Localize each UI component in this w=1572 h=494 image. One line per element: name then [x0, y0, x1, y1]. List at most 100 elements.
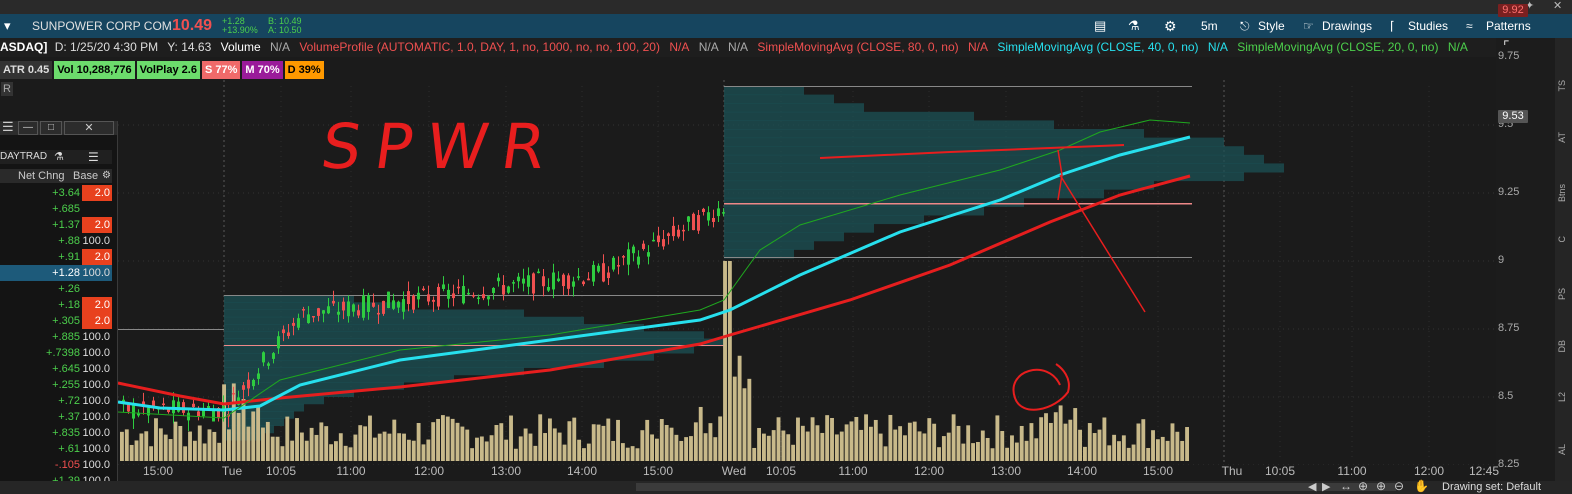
sma20-label[interactable]: SimpleMovingAvg (CLOSE, 20, 0, no) [1237, 40, 1438, 54]
price-chart[interactable] [0, 80, 1500, 465]
volume-bar [251, 411, 256, 461]
side-tab-l2[interactable]: L2 [1557, 392, 1570, 402]
volume-bar [518, 436, 523, 461]
volume-bar [178, 425, 183, 461]
watchlist-name[interactable]: DAYTRAD [0, 150, 47, 164]
volume-bar [990, 448, 995, 461]
side-tab-al[interactable]: AL [1557, 444, 1570, 455]
drawings-button[interactable]: Drawings [1322, 14, 1372, 38]
pan-hand-icon[interactable]: ✋ [1414, 479, 1429, 493]
column-settings-icon[interactable]: ⚙ [102, 169, 111, 183]
row-base: 100.0 [82, 395, 110, 407]
timeframe-button[interactable]: 5m [1201, 14, 1218, 38]
maximize-icon[interactable]: □ [40, 121, 62, 135]
expand-icon[interactable]: ↔ [1340, 479, 1352, 493]
time-tick: Tue [221, 464, 243, 478]
watchlist-row[interactable]: +1.28 100.0 [0, 265, 112, 281]
volume-bar [732, 376, 737, 461]
side-tab-at[interactable]: AT [1557, 132, 1570, 143]
volume-study-label[interactable]: Volume [221, 40, 261, 54]
row-net-change: +.7398 [46, 347, 80, 359]
volume-bar [917, 431, 922, 461]
y-label: Y: 14.63 [167, 40, 212, 54]
volume-bar [397, 433, 402, 461]
patterns-button[interactable]: Patterns [1486, 14, 1531, 38]
scroll-left-icon[interactable]: ◀ [1308, 480, 1316, 493]
watchlist-row[interactable]: +.685 [0, 201, 112, 217]
candle-body [607, 272, 610, 279]
volume-bar [392, 419, 397, 461]
watchlist-row[interactable]: +.835 100.0 [0, 425, 112, 441]
watchlist-row[interactable]: +.18 2.0 [0, 297, 112, 313]
net-change-column[interactable]: Net Chng [18, 169, 64, 183]
list-menu-icon[interactable]: ☰ [88, 150, 99, 164]
watchlist-row[interactable]: +.885 100.0 [0, 329, 112, 345]
side-tab-c[interactable]: C [1557, 236, 1570, 243]
symbol-dropdown-icon[interactable]: ▾ [4, 14, 11, 38]
volume-bar [465, 429, 470, 461]
row-net-change: +.26 [58, 283, 80, 295]
crosshair-icon[interactable]: ⊕ [1358, 479, 1368, 493]
base-column[interactable]: Base [73, 169, 98, 183]
volume-bar [499, 423, 504, 461]
volume-bar [1107, 445, 1112, 461]
volume-bar [548, 418, 552, 461]
watchlist-row[interactable]: +.645 100.0 [0, 361, 112, 377]
price-tick: 9.25 [1498, 186, 1520, 198]
row-net-change: +.61 [58, 443, 80, 455]
volume-bar [1175, 431, 1180, 461]
candle-body [387, 291, 390, 309]
watchlist-row[interactable]: +.91 2.0 [0, 249, 112, 265]
side-tab-ts[interactable]: TS [1557, 80, 1570, 92]
candle-body [232, 392, 235, 395]
candle-body [317, 308, 320, 316]
watchlist-row[interactable]: +.37 100.0 [0, 409, 112, 425]
gear-icon[interactable]: ⚙ [1164, 14, 1177, 38]
close-window-icon[interactable]: ✕ [1553, 0, 1562, 12]
flask-icon[interactable]: ⚗ [1128, 14, 1140, 38]
zoom-in-icon[interactable]: ⊕ [1376, 479, 1386, 493]
watchlist-row[interactable]: +.88 100.0 [0, 233, 112, 249]
news-icon[interactable]: ▤ [1094, 14, 1106, 38]
watchlist-row[interactable]: +1.37 2.0 [0, 217, 112, 233]
watchlist-row[interactable]: +.61 100.0 [0, 441, 112, 457]
volume-bar [314, 434, 319, 461]
scroll-right-icon[interactable]: ▶ [1322, 480, 1330, 493]
close-panel-icon[interactable]: ✕ [64, 121, 114, 135]
volume-bar [747, 378, 752, 461]
candle-body [552, 272, 555, 290]
watchlist-row[interactable]: +.26 [0, 281, 112, 297]
studies-button[interactable]: Studies [1408, 14, 1448, 38]
watchlist-row[interactable]: -.105 100.0 [0, 457, 112, 473]
volume-bar [338, 433, 343, 461]
volume-bar [163, 434, 168, 461]
minimize-icon[interactable]: — [18, 121, 38, 135]
watchlist-row[interactable]: +.255 100.0 [0, 377, 112, 393]
circle-annotation [1012, 363, 1070, 411]
sma40-label[interactable]: SimpleMovingAvg (CLOSE, 40, 0, no) [997, 40, 1198, 54]
volume-bar [406, 439, 411, 461]
pin-panel-icon[interactable]: ⚗ [54, 150, 64, 164]
row-base: 100.0 [82, 235, 110, 247]
panel-menu-icon[interactable]: ☰ [2, 119, 14, 135]
candle-body [707, 212, 710, 221]
watchlist-row[interactable]: +.72 100.0 [0, 393, 112, 409]
style-button[interactable]: Style [1258, 14, 1285, 38]
watchlist-row[interactable]: +.305 2.0 [0, 313, 112, 329]
side-tab-db[interactable]: DB [1557, 340, 1570, 353]
candle-body [477, 297, 480, 299]
drawing-set-label[interactable]: Drawing set: Default [1442, 480, 1541, 494]
row-net-change: +.91 [58, 251, 80, 263]
side-tab-btns[interactable]: Btns [1557, 184, 1570, 202]
volume-bar [168, 439, 173, 461]
horizontal-scrollbar[interactable] [636, 483, 1396, 491]
volume-bar [830, 417, 834, 461]
side-tab-ps[interactable]: PS [1557, 288, 1570, 300]
volume-profile-label[interactable]: VolumeProfile (AUTOMATIC, 1.0, DAY, 1, n… [299, 40, 660, 54]
row-net-change: -.105 [54, 459, 80, 471]
time-axis[interactable]: 15:00 Tue 10:05 11:00 12:00 13:00 14:00 15:00 We… [118, 461, 1499, 481]
watchlist-row[interactable]: +.7398 100.0 [0, 345, 112, 361]
zoom-out-icon[interactable]: ⊖ [1394, 479, 1404, 493]
sma80-label[interactable]: SimpleMovingAvg (CLOSE, 80, 0, no) [757, 40, 958, 54]
watchlist-row[interactable]: +3.64 2.0 [0, 185, 112, 201]
